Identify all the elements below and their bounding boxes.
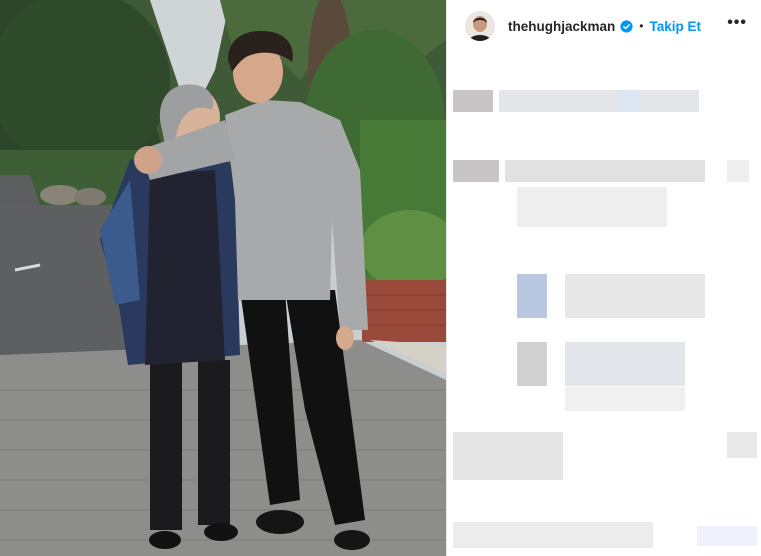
follow-button[interactable]: Takip Et [649, 19, 701, 34]
blurred-comments [447, 52, 761, 556]
username-link[interactable]: thehughjackman [508, 19, 615, 34]
blurred-text [505, 160, 705, 182]
post-photo-illustration [0, 0, 446, 556]
blurred-text [727, 160, 749, 182]
blurred-avatar [453, 90, 493, 112]
blurred-avatar [453, 160, 499, 182]
separator-dot: • [639, 19, 644, 33]
post-side-panel: thehughjackman • Takip Et ••• [446, 0, 761, 556]
blurred-avatar [517, 342, 547, 386]
blurred-text [619, 90, 639, 112]
verified-badge-icon [620, 19, 633, 33]
blurred-badge [517, 274, 547, 318]
blurred-text [453, 432, 563, 480]
more-options-icon[interactable]: ••• [727, 15, 747, 31]
blurred-text [565, 342, 685, 386]
avatar-image [465, 11, 495, 41]
post-header: thehughjackman • Takip Et [447, 0, 761, 52]
blurred-text [453, 522, 653, 548]
post-photo[interactable] [0, 0, 446, 556]
blurred-text [565, 274, 705, 318]
blurred-text [517, 187, 667, 227]
profile-avatar[interactable] [465, 11, 495, 41]
blurred-text [697, 526, 757, 546]
blurred-text [727, 432, 757, 458]
blurred-text [565, 387, 685, 411]
blurred-text [499, 90, 699, 112]
